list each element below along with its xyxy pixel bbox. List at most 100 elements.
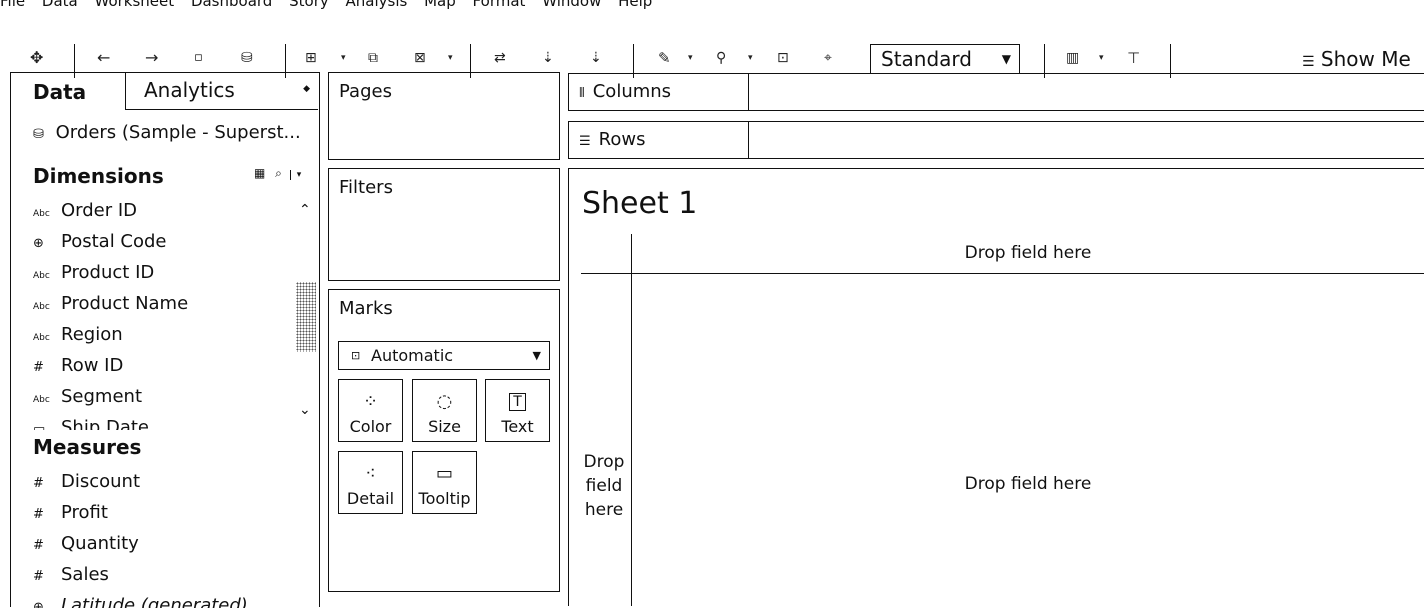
drop-zone-center[interactable]: Drop field here — [632, 474, 1424, 494]
string-type-icon: Abc — [33, 395, 50, 405]
new-worksheet-icon[interactable]: ⊞ — [305, 48, 317, 68]
chevron-down-icon[interactable]: ▾ — [448, 48, 453, 68]
menu-story[interactable]: Story — [289, 0, 329, 10]
field-item[interactable]: Abc Product ID — [33, 261, 154, 285]
tableau-logo-icon[interactable]: ✥ — [30, 48, 43, 68]
detail-button[interactable]: ⁖ Detail — [338, 451, 403, 514]
field-item[interactable]: # Row ID — [33, 354, 123, 378]
detail-icon: ⁖ — [365, 463, 376, 484]
drop-zone-rows-line: here — [584, 500, 624, 520]
menu-help[interactable]: Help — [618, 0, 652, 10]
scroll-down-icon[interactable]: ⌄ — [299, 402, 311, 418]
highlight-icon[interactable]: ✎ — [658, 48, 671, 68]
menu-worksheet[interactable]: Worksheet — [95, 0, 175, 10]
drop-zone-rows[interactable]: Drop field here — [576, 450, 632, 522]
tab-analytics[interactable]: Analytics ◆ — [125, 72, 318, 110]
tab-data[interactable]: Data — [33, 80, 86, 104]
menu-map[interactable]: Map — [424, 0, 456, 10]
label-icon[interactable]: ⊡ — [777, 48, 789, 68]
chevron-down-icon[interactable]: ▾ — [341, 48, 346, 68]
datasource-label: Orders (Sample - Superst... — [55, 122, 301, 143]
text-icon: T — [486, 390, 549, 414]
new-datasource-icon[interactable]: ⛁ — [241, 48, 253, 68]
view-cards-icon[interactable]: ▦ — [254, 166, 265, 180]
duplicate-icon[interactable]: ⧉ — [368, 48, 378, 68]
field-item[interactable]: # Discount — [33, 470, 140, 494]
save-icon[interactable]: ▫ — [194, 48, 203, 68]
number-type-icon: # — [33, 569, 44, 584]
sort-descending-icon[interactable]: ⇣ — [590, 48, 602, 68]
field-item[interactable]: ▭ Ship Date — [33, 416, 149, 430]
columns-shelf[interactable]: ⦀ Columns — [568, 73, 1424, 111]
chevron-down-icon[interactable]: ▾ — [1099, 48, 1104, 68]
sheet-title[interactable]: Sheet 1 — [582, 186, 697, 221]
view-area — [568, 168, 1424, 606]
pages-title: Pages — [339, 81, 392, 102]
size-label: Size — [428, 417, 461, 436]
filters-title: Filters — [339, 177, 393, 198]
divider — [631, 234, 632, 606]
string-type-icon: Abc — [33, 333, 50, 343]
menu-window[interactable]: Window — [542, 0, 601, 10]
drop-zone-columns[interactable]: Drop field here — [632, 243, 1424, 263]
field-item[interactable]: Abc Segment — [33, 385, 142, 409]
chevron-down-icon[interactable]: ▾ — [748, 48, 753, 68]
chevron-down-icon: ▼ — [1001, 52, 1011, 66]
number-type-icon: # — [33, 360, 44, 375]
string-type-icon: Abc — [33, 271, 50, 281]
field-item[interactable]: Abc Region — [33, 323, 123, 347]
rows-shelf[interactable]: ☰ Rows — [568, 121, 1424, 159]
field-item[interactable]: Abc Order ID — [33, 199, 137, 223]
datasource-item[interactable]: ⛁ Orders (Sample - Superst... — [33, 122, 301, 143]
field-label: Ship Date — [61, 417, 150, 430]
clear-sheet-icon[interactable]: ⊠ — [414, 48, 426, 68]
chevron-down-icon[interactable]: ▾ — [289, 170, 302, 180]
sort-ascending-icon[interactable]: ⇣ — [542, 48, 554, 68]
size-icon: ◌ — [436, 391, 453, 412]
field-item[interactable]: Abc Product Name — [33, 292, 188, 316]
menu-data[interactable]: Data — [42, 0, 78, 10]
tooltip-icon: ▭ — [435, 463, 453, 484]
view-size-value: Standard — [881, 47, 972, 71]
swap-icon[interactable]: ⇄ — [494, 48, 506, 68]
globe-icon: ⊕ — [33, 236, 44, 251]
menu-bar: File Data Worksheet Dashboard Story Anal… — [0, 0, 1424, 10]
field-label: Quantity — [61, 533, 139, 554]
show-me-button[interactable]: ☰ Show Me — [1302, 48, 1411, 73]
menu-analysis[interactable]: Analysis — [346, 0, 408, 10]
color-button[interactable]: ⁘ Color — [338, 379, 403, 442]
scrollbar-handle[interactable] — [296, 282, 316, 352]
tooltip-button[interactable]: ▭ Tooltip — [412, 451, 477, 514]
undo-icon[interactable]: ← — [97, 48, 110, 68]
rows-shelf-label: ☰ Rows — [569, 122, 749, 158]
menu-file[interactable]: File — [0, 0, 25, 10]
field-label: Order ID — [61, 200, 138, 221]
string-type-icon: Abc — [33, 302, 50, 312]
color-icon: ⁘ — [362, 391, 379, 412]
scroll-up-icon[interactable]: ⌃ — [299, 202, 311, 218]
menu-dashboard[interactable]: Dashboard — [191, 0, 272, 10]
show-me-label: Show Me — [1320, 47, 1411, 71]
date-type-icon: ▭ — [33, 422, 46, 430]
pages-card[interactable]: Pages — [328, 72, 560, 160]
field-item[interactable]: ⊕ Postal Code — [33, 230, 167, 254]
mark-type-select[interactable]: ⊡ Automatic ▼ — [338, 341, 550, 370]
text-button[interactable]: T Text — [485, 379, 550, 442]
measures-title: Measures — [33, 435, 142, 459]
columns-icon: ⦀ — [579, 86, 585, 101]
fit-icon[interactable]: ▥ — [1066, 48, 1079, 68]
filters-card[interactable]: Filters — [328, 168, 560, 281]
view-size-select[interactable]: Standard ▼ — [870, 44, 1020, 74]
globe-icon: ⊕ — [33, 600, 44, 608]
field-item[interactable]: # Profit — [33, 501, 108, 525]
chevron-down-icon[interactable]: ▾ — [688, 48, 693, 68]
search-icon[interactable]: ⌕ — [275, 166, 282, 180]
size-button[interactable]: ◌ Size — [412, 379, 477, 442]
redo-icon[interactable]: → — [145, 48, 158, 68]
field-item[interactable]: # Sales — [33, 563, 109, 587]
fix-axes-icon[interactable]: ⌖ — [824, 48, 832, 68]
group-icon[interactable]: ⚲ — [716, 48, 726, 68]
presentation-icon[interactable]: ⊤ — [1127, 48, 1140, 68]
field-item[interactable]: # Quantity — [33, 532, 139, 556]
menu-format[interactable]: Format — [473, 0, 526, 10]
